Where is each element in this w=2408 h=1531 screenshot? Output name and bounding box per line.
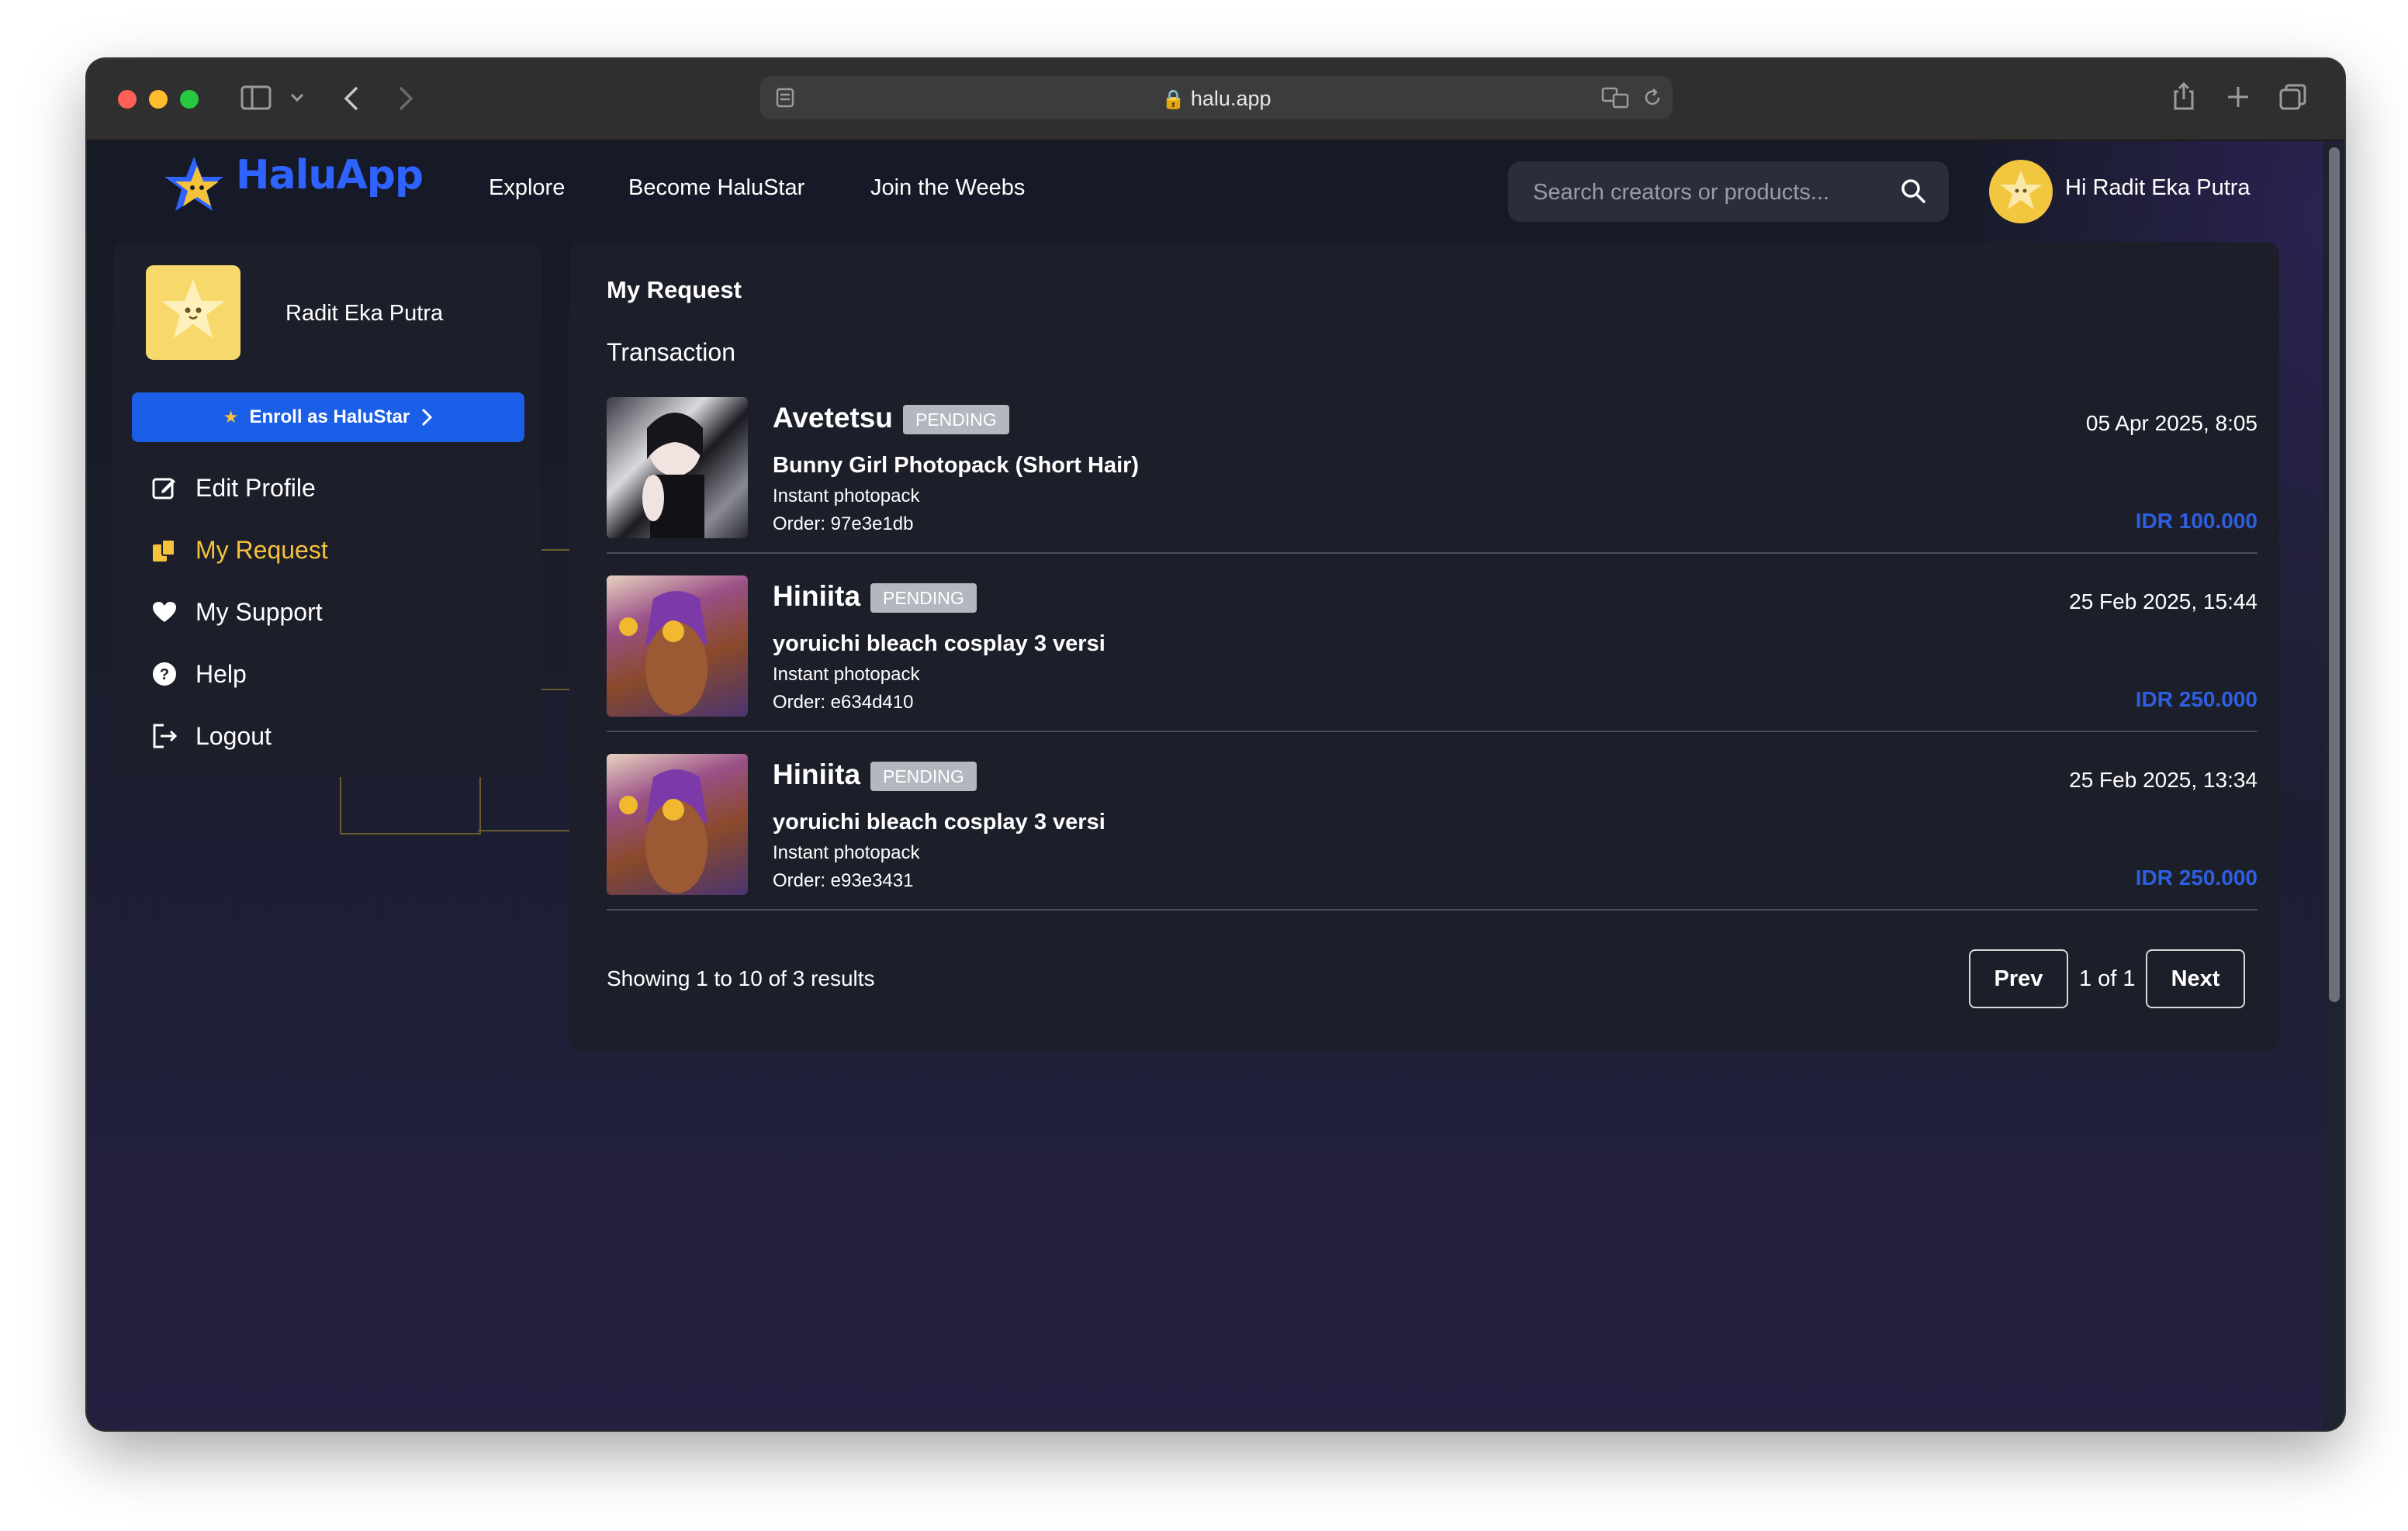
search-placeholder: Search creators or products... — [1533, 180, 1829, 205]
product-type: Instant photopack — [773, 664, 920, 685]
logout-icon — [150, 722, 178, 750]
creator-name[interactable]: Hiniita — [773, 759, 860, 791]
share-icon[interactable] — [2171, 81, 2197, 112]
page-viewport: HaluApp Explore Become HaluStar Join the… — [87, 141, 2344, 1430]
decorative-line — [541, 689, 571, 690]
enroll-label: Enroll as HaluStar — [249, 406, 410, 427]
browser-window: 🔒 halu.app HaluApp Explore Become HaluSt… — [87, 59, 2344, 1430]
product-name[interactable]: yoruichi bleach cosplay 3 versi — [773, 810, 1105, 835]
top-navigation: HaluApp Explore Become HaluStar Join the… — [87, 141, 2344, 242]
brand-name[interactable]: HaluApp — [236, 152, 424, 199]
enroll-halustar-button[interactable]: ★ Enroll as HaluStar — [132, 392, 524, 442]
creator-name[interactable]: Avetetsu — [773, 402, 893, 434]
sidebar-item-label: My Support — [195, 597, 323, 626]
user-avatar[interactable] — [1989, 160, 2053, 223]
lock-icon: 🔒 — [1161, 89, 1185, 110]
sidebar-item-my-support[interactable]: My Support — [150, 593, 323, 631]
minimize-window-button[interactable] — [149, 90, 168, 109]
star-mascot-icon — [2000, 171, 2042, 209]
section-title: Transaction — [607, 338, 735, 366]
status-badge: PENDING — [870, 762, 977, 791]
sidebar-item-label: Help — [195, 659, 247, 688]
product-name[interactable]: Bunny Girl Photopack (Short Hair) — [773, 453, 1139, 479]
request-icon — [150, 536, 178, 564]
url-text: halu.app — [1190, 87, 1271, 110]
svg-text:?: ? — [160, 666, 169, 683]
new-tab-icon[interactable] — [2226, 85, 2250, 109]
close-window-button[interactable] — [118, 90, 137, 109]
transaction-row[interactable]: Avetetsu PENDING Bunny Girl Photopack (S… — [607, 397, 2258, 554]
maximize-window-button[interactable] — [180, 90, 199, 109]
product-type: Instant photopack — [773, 842, 920, 863]
user-greeting[interactable]: Hi Radit Eka Putra — [2065, 175, 2251, 201]
prev-button[interactable]: Prev — [1969, 949, 2068, 1008]
order-id: Order: e93e3431 — [773, 870, 914, 891]
status-badge: PENDING — [903, 405, 1009, 434]
decorative-line — [541, 549, 571, 551]
star-icon: ★ — [223, 407, 239, 427]
browser-toolbar: 🔒 halu.app — [87, 59, 2344, 141]
transaction-date: 25 Feb 2025, 15:44 — [2069, 589, 2258, 613]
product-thumbnail[interactable] — [607, 575, 748, 717]
sidebar-item-edit-profile[interactable]: Edit Profile — [150, 468, 316, 507]
heart-icon — [150, 598, 178, 626]
forward-arrow-icon[interactable] — [397, 85, 414, 112]
order-id: Order: 97e3e1db — [773, 513, 914, 534]
reload-icon[interactable] — [1642, 87, 1663, 109]
scrollbar-thumb[interactable] — [2329, 147, 2340, 1002]
transaction-row[interactable]: Hiniita PENDING yoruichi bleach cosplay … — [607, 575, 2258, 732]
translate-icon[interactable] — [1601, 87, 1629, 109]
transaction-date: 05 Apr 2025, 8:05 — [2085, 411, 2258, 435]
chevron-down-icon[interactable] — [290, 93, 304, 102]
results-summary: Showing 1 to 10 of 3 results — [607, 966, 875, 990]
address-bar[interactable]: 🔒 halu.app — [760, 76, 1673, 119]
sidebar-item-logout[interactable]: Logout — [150, 717, 272, 755]
my-request-panel: My Request Transaction Avetetsu PENDING … — [569, 242, 2279, 1052]
transaction-row[interactable]: Hiniita PENDING yoruichi bleach cosplay … — [607, 754, 2258, 911]
url-display: 🔒 halu.app — [760, 87, 1673, 111]
order-id: Order: e634d410 — [773, 692, 914, 713]
transaction-price: IDR 250.000 — [2135, 866, 2258, 890]
product-thumbnail[interactable] — [607, 754, 748, 895]
product-thumbnail[interactable] — [607, 397, 748, 538]
edit-icon — [150, 474, 178, 502]
decorative-line — [340, 777, 481, 835]
nav-join-the-weebs[interactable]: Join the Weebs — [870, 175, 1025, 201]
scrollbar[interactable] — [2323, 141, 2344, 1430]
creator-name[interactable]: Hiniita — [773, 580, 860, 613]
sidebar-item-label: Logout — [195, 721, 272, 750]
question-icon: ? — [150, 660, 178, 688]
nav-explore[interactable]: Explore — [489, 175, 565, 201]
nav-become-halustar[interactable]: Become HaluStar — [628, 175, 804, 201]
next-button[interactable]: Next — [2146, 949, 2245, 1008]
product-name[interactable]: yoruichi bleach cosplay 3 versi — [773, 631, 1105, 657]
sidebar-item-help[interactable]: ? Help — [150, 655, 247, 693]
product-type: Instant photopack — [773, 486, 920, 506]
search-input[interactable]: Search creators or products... — [1508, 161, 1949, 222]
profile-sidebar: Radit Eka Putra ★ Enroll as HaluStar Edi… — [113, 242, 541, 777]
sidebar-toggle-icon[interactable] — [240, 85, 272, 110]
page-indicator: 1 of 1 — [2079, 966, 2136, 991]
profile-name: Radit Eka Putra — [285, 301, 444, 326]
sidebar-item-label: Edit Profile — [195, 473, 316, 502]
back-arrow-icon[interactable] — [343, 85, 360, 112]
transaction-date: 25 Feb 2025, 13:34 — [2069, 768, 2258, 792]
tab-overview-icon[interactable] — [2279, 84, 2307, 110]
transaction-price: IDR 100.000 — [2135, 509, 2258, 533]
search-icon[interactable] — [1899, 177, 1927, 205]
star-mascot-icon — [161, 279, 225, 338]
profile-avatar — [146, 265, 240, 360]
decorative-line — [478, 830, 571, 831]
sidebar-item-label: My Request — [195, 535, 328, 564]
sidebar-item-my-request[interactable]: My Request — [150, 530, 328, 569]
chevron-right-icon — [422, 408, 433, 427]
transaction-price: IDR 250.000 — [2135, 687, 2258, 711]
status-badge: PENDING — [870, 583, 977, 613]
page-title: My Request — [607, 276, 742, 303]
